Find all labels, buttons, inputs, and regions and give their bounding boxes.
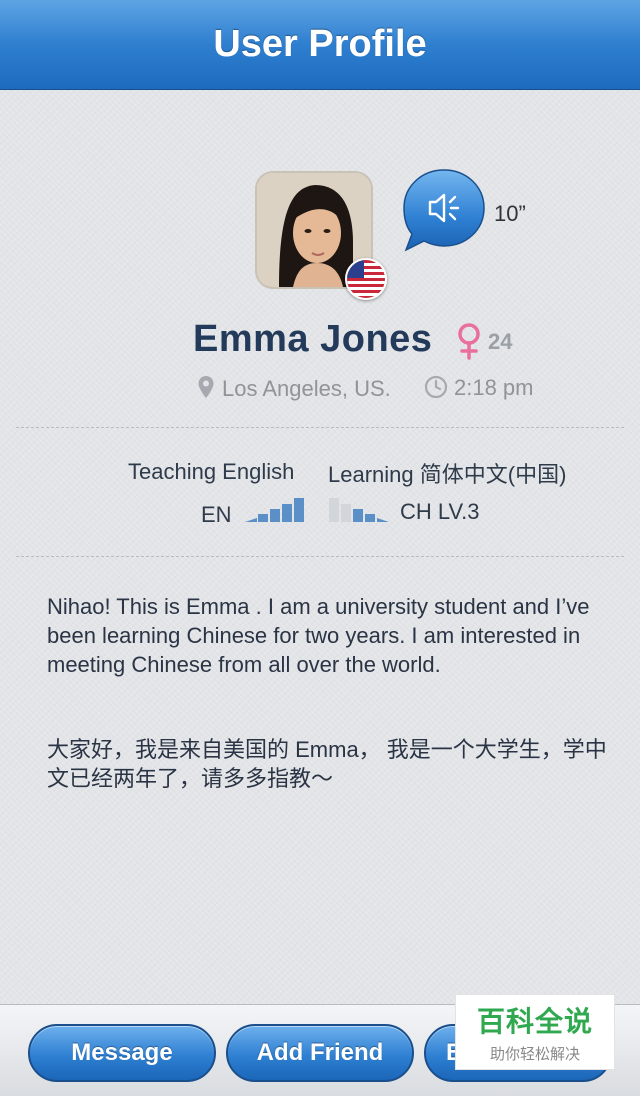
divider	[16, 556, 624, 557]
page-title: User Profile	[213, 23, 427, 65]
female-symbol-icon	[458, 323, 480, 360]
watermark-subtitle: 助你轻松解决	[489, 1046, 580, 1063]
bio-english: Nihao! This is Emma . I am a university …	[47, 594, 590, 677]
learning-language-label: Learning 简体中文(中国)	[328, 462, 567, 487]
voice-intro-button[interactable]	[400, 166, 490, 256]
teaching-level-bars	[245, 498, 304, 522]
user-name: Emma Jones	[193, 318, 433, 360]
user-local-time: 2:18 pm	[454, 375, 534, 400]
clock-icon	[424, 375, 448, 399]
user-age: 24	[488, 329, 513, 354]
user-location: Los Angeles, US.	[222, 376, 391, 401]
divider	[16, 427, 624, 428]
watermark-logo: 百科全说 助你轻松解决	[455, 994, 615, 1070]
bio-chinese: 大家好，我是来自美国的 Emma， 我是一个大学生，学中文已经两年了，请多多指教…	[47, 737, 607, 791]
learning-level-bars	[329, 498, 389, 522]
navigation-bar: User Profile	[0, 0, 640, 90]
teaching-language-code: EN	[201, 502, 232, 527]
watermark-title: 百科全说	[476, 1006, 593, 1037]
voice-duration: 10”	[494, 201, 526, 226]
location-pin-icon	[198, 376, 214, 398]
add-friend-button[interactable]: Add Friend	[226, 1024, 414, 1082]
teaching-language-label: Teaching English	[128, 459, 295, 484]
learning-language-level: CH LV.3	[400, 499, 480, 524]
us-flag-icon	[345, 258, 387, 300]
message-button[interactable]: Message	[28, 1024, 216, 1082]
